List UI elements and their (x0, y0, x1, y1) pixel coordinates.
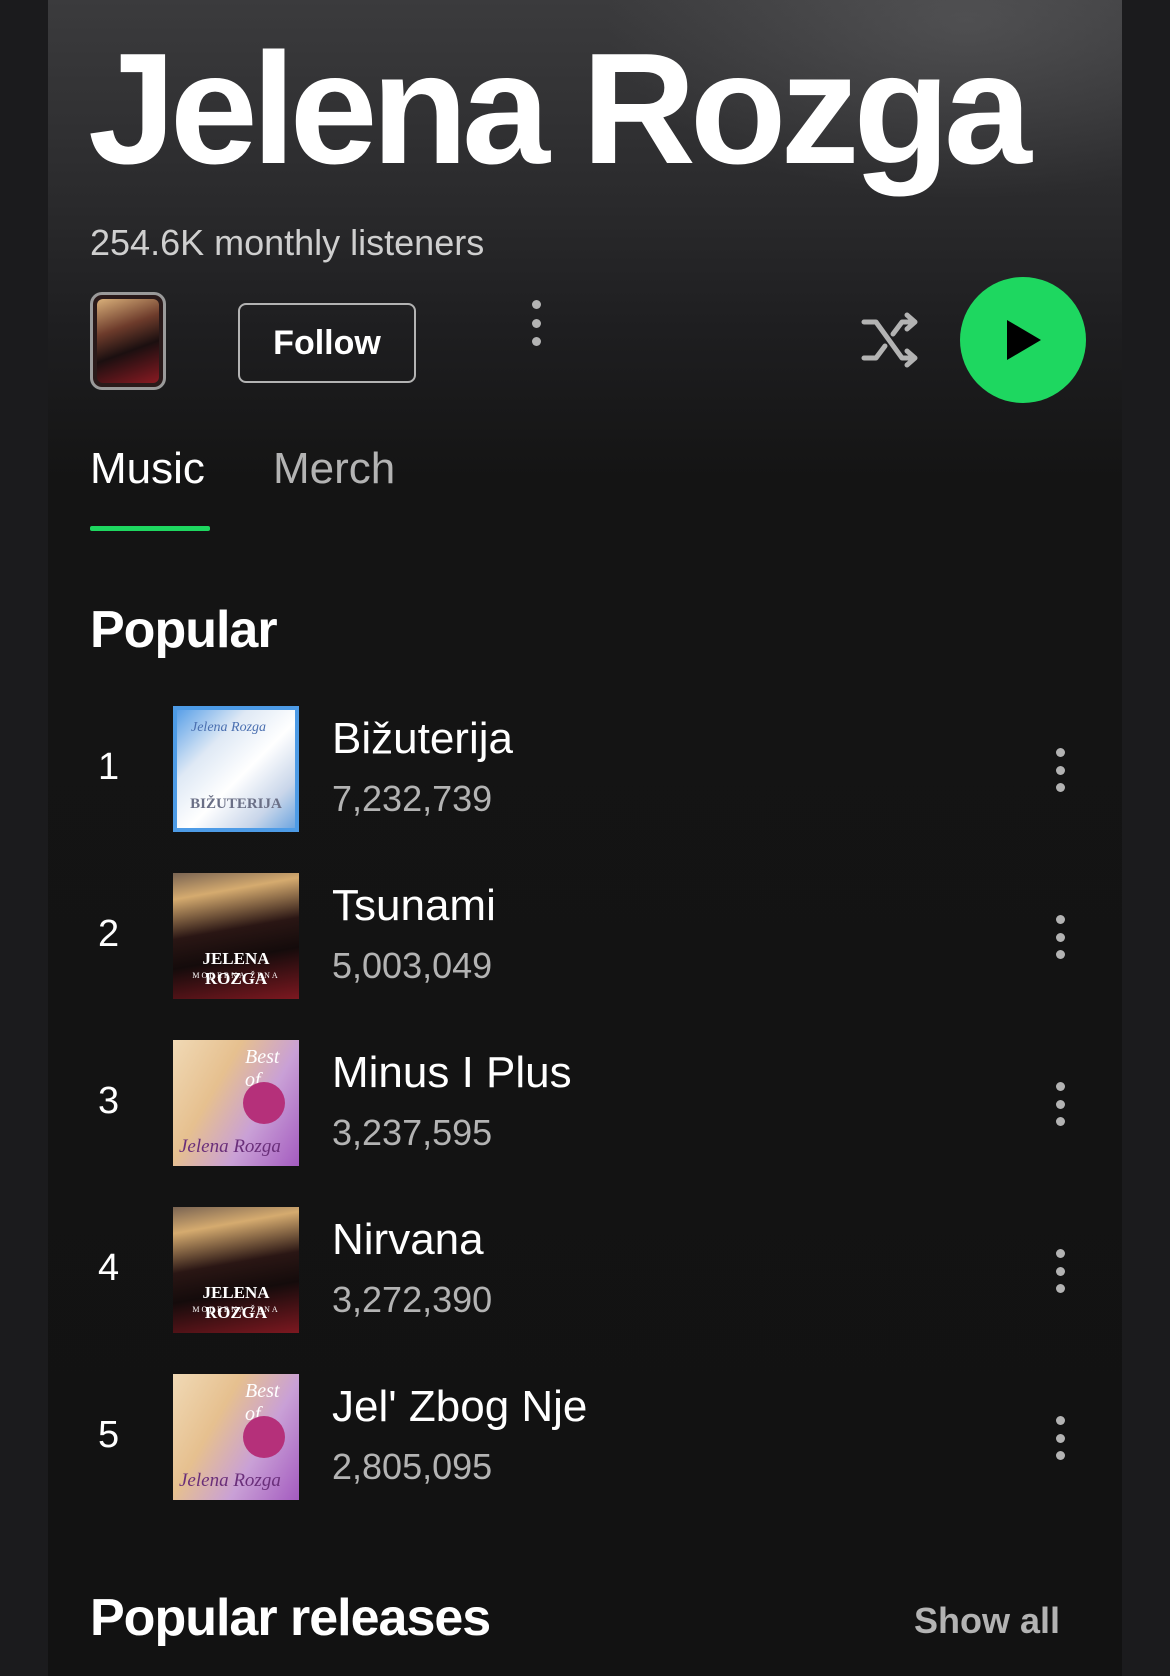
tab-music[interactable]: Music (90, 444, 205, 494)
popular-section-title: Popular (90, 601, 278, 659)
artist-avatar-button[interactable] (90, 292, 166, 390)
track-row[interactable]: 5 Best of Jelena Rozga Jel' Zbog Nje 2,8… (48, 1374, 1122, 1500)
artist-page: Jelena Rozga 254.6K monthly listeners Fo… (48, 0, 1122, 1676)
artist-screen: Jelena Rozga 254.6K monthly listeners Fo… (0, 0, 1170, 1676)
track-more-options-icon[interactable] (1054, 748, 1066, 792)
track-title: Tsunami (332, 881, 496, 930)
track-title: Jel' Zbog Nje (332, 1382, 588, 1431)
track-rank: 4 (98, 1247, 120, 1289)
track-play-count: 3,237,595 (332, 1112, 493, 1153)
track-rank: 2 (98, 913, 120, 955)
track-title: Minus I Plus (332, 1048, 572, 1097)
play-button[interactable] (960, 277, 1086, 403)
track-title: Bižuterija (332, 714, 513, 763)
track-cover-art: JELENA ROZGA MODERNA ŽENA (173, 873, 299, 999)
track-more-options-icon[interactable] (1054, 1249, 1066, 1293)
avatar-cover-art (97, 299, 159, 383)
track-cover-art: JELENA ROZGA MODERNA ŽENA (173, 1207, 299, 1333)
tab-merch[interactable]: Merch (273, 444, 395, 494)
show-all-link[interactable]: Show all (914, 1600, 1060, 1642)
track-cover-art: Best of Jelena Rozga (173, 1374, 299, 1500)
track-cover-art: Best of Jelena Rozga (173, 1040, 299, 1166)
track-title: Nirvana (332, 1215, 484, 1264)
track-row[interactable]: 3 Best of Jelena Rozga Minus I Plus 3,23… (48, 1040, 1122, 1166)
cover-badge (243, 1416, 285, 1458)
more-options-icon[interactable] (530, 300, 542, 346)
track-rank: 5 (98, 1414, 120, 1456)
monthly-listeners: 254.6K monthly listeners (90, 222, 485, 263)
track-rank: 3 (98, 1080, 120, 1122)
track-row[interactable]: 4 JELENA ROZGA MODERNA ŽENA Nirvana 3,27… (48, 1207, 1122, 1333)
track-more-options-icon[interactable] (1054, 1082, 1066, 1126)
track-row[interactable]: 1 Jelena Rozga BIŽUTERIJA Bižuterija 7,2… (48, 706, 1122, 832)
track-rank: 1 (98, 746, 120, 788)
track-play-count: 2,805,095 (332, 1446, 493, 1487)
track-cover-art: Jelena Rozga BIŽUTERIJA (173, 706, 299, 832)
active-tab-indicator (90, 526, 210, 531)
artist-name: Jelena Rozga (88, 21, 1032, 197)
cover-artist-script: Jelena Rozga (179, 1470, 281, 1491)
track-row[interactable]: 2 JELENA ROZGA MODERNA ŽENA Tsunami 5,00… (48, 873, 1122, 999)
popular-releases-title: Popular releases (90, 1589, 491, 1647)
shuffle-icon[interactable] (860, 312, 922, 368)
cover-album-subtitle: MODERNA ŽENA (192, 1305, 280, 1314)
cover-badge (243, 1082, 285, 1124)
cover-album-subtitle: MODERNA ŽENA (192, 971, 280, 980)
cover-album-text: JELENA ROZGA (202, 949, 270, 988)
track-play-count: 3,272,390 (332, 1279, 493, 1320)
play-icon (1007, 320, 1041, 360)
cover-artist-script: Jelena Rozga (191, 720, 267, 735)
cover-album-text: JELENA ROZGA (202, 1283, 270, 1322)
track-play-count: 5,003,049 (332, 945, 493, 986)
cover-album-text: BIŽUTERIJA (190, 796, 282, 812)
track-more-options-icon[interactable] (1054, 1416, 1066, 1460)
cover-artist-script: Jelena Rozga (179, 1136, 281, 1157)
track-more-options-icon[interactable] (1054, 915, 1066, 959)
track-play-count: 7,232,739 (332, 778, 493, 819)
follow-button[interactable]: Follow (238, 303, 416, 383)
